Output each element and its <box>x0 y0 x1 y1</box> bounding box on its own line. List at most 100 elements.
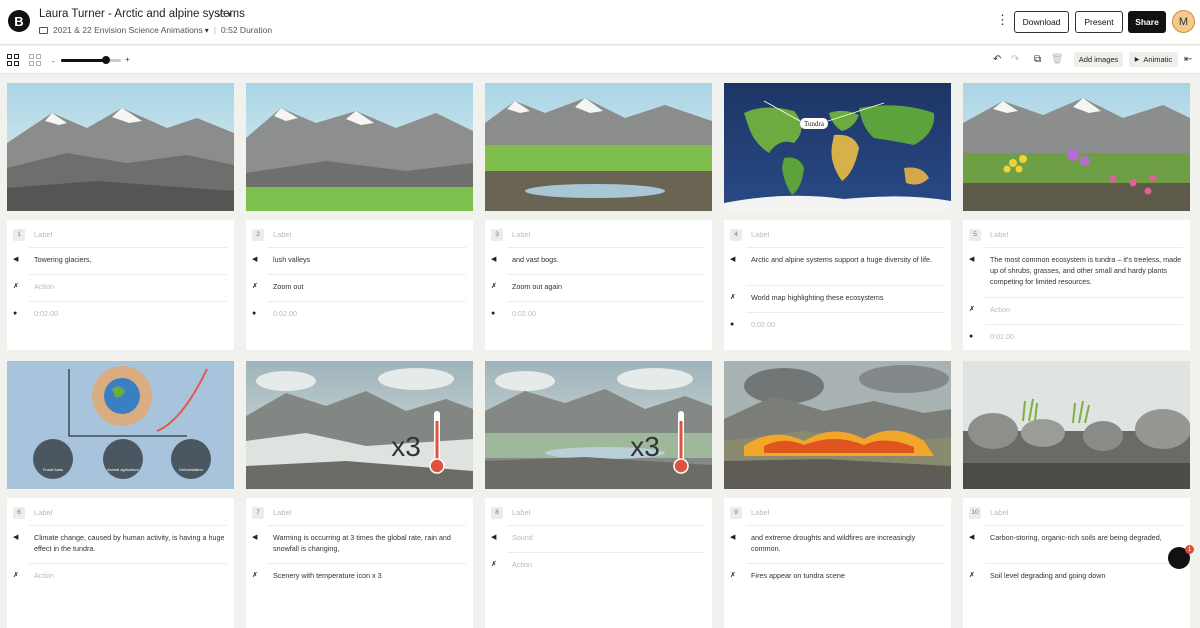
action-field[interactable]: ✗ Fires appear on tundra scene <box>730 570 946 581</box>
frame-card-4[interactable]: Tundra 4 Label ◀ Arctic and alpine systems… <box>724 83 951 350</box>
speaker-icon: ◀ <box>969 534 975 541</box>
sound-field[interactable]: ◀ The most common ecosystem is tundra – i… <box>969 254 1185 287</box>
duplicate-icon[interactable]: ⧉ <box>1034 54 1041 65</box>
frame-number: 8 <box>491 506 503 519</box>
frame-thumbnail[interactable] <box>7 83 234 211</box>
action-field[interactable]: ✗ Soil level degrading and going down <box>969 570 1185 581</box>
redo-icon[interactable]: ↷ <box>1011 54 1019 65</box>
collapse-panel-icon[interactable]: ⇤ <box>1184 54 1192 65</box>
sound-field[interactable]: ◀ and vast bogs. <box>491 254 707 265</box>
frame-thumbnail[interactable]: x3 <box>246 361 473 489</box>
frame-label[interactable]: Label <box>273 230 291 239</box>
trash-icon[interactable]: 🗑 <box>1051 54 1064 65</box>
frame-thumbnail[interactable] <box>246 83 473 211</box>
duration-field[interactable]: ● 0:02.00 <box>969 331 1185 342</box>
present-button[interactable]: Present <box>1075 11 1123 33</box>
duration-field[interactable]: ● 0:02.00 <box>252 308 468 319</box>
frame-thumbnail[interactable]: Fossil fuels Animal agriculture Deforest… <box>7 361 234 489</box>
frame-thumbnail[interactable]: x3 <box>485 361 712 489</box>
frame-card-2[interactable]: 2 Label ◀ lush valleys ✗ Zoom out ● 0:02.00 <box>246 83 473 350</box>
action-field[interactable]: ✗ Zoom out <box>252 281 468 292</box>
frame-card-7[interactable]: x3 7 Label ◀ Warming is occurring at 3 tim… <box>246 361 473 628</box>
frame-card-10[interactable]: 10 Label ◀ Carbon-storing, organic-rich so… <box>963 361 1190 628</box>
undo-icon[interactable]: ↶ <box>993 54 1001 65</box>
frame-card-5[interactable]: 5 Label ◀ The most common ecosystem is tun… <box>963 83 1190 350</box>
project-title-text: Laura Turner - Arctic and alpine systems <box>39 8 245 20</box>
sound-field[interactable]: ◀ Carbon-storing, organic-rich soils are … <box>969 532 1185 543</box>
sound-text: and extreme droughts and wildfires are i… <box>751 533 916 553</box>
duration-field[interactable]: ● 0:02.00 <box>491 308 707 319</box>
zoom-slider-thumb[interactable] <box>102 56 110 64</box>
speaker-icon: ◀ <box>13 534 19 541</box>
action-field[interactable]: ✗ Scenery with temperature icon x 3 <box>252 570 468 581</box>
action-text: Action <box>34 282 54 291</box>
action-field[interactable]: ✗ Action <box>13 281 229 292</box>
grid-view-icon[interactable] <box>7 54 19 66</box>
sound-field[interactable]: ◀ Towering glaciers, <box>13 254 229 265</box>
circle-label-3: Deforestation <box>179 467 203 472</box>
avatar[interactable]: M <box>1172 10 1195 33</box>
add-images-button[interactable]: Add images <box>1074 52 1123 67</box>
sound-field[interactable]: ◀ Sound <box>491 532 707 543</box>
frame-label[interactable]: Label <box>273 508 291 517</box>
frame-label[interactable]: Label <box>990 508 1008 517</box>
frame-number: 7 <box>252 506 264 519</box>
frame-card-3[interactable]: 3 Label ◀ and vast bogs. ✗ Zoom out again ●… <box>485 83 712 350</box>
share-button[interactable]: Share <box>1128 11 1166 33</box>
sound-field[interactable]: ◀ lush valleys <box>252 254 468 265</box>
folder-chevron-down-icon[interactable]: ▾ <box>205 26 209 35</box>
duration-field[interactable]: ● 0:02.00 <box>730 319 946 330</box>
sound-field[interactable]: ◀ Arctic and alpine systems support a hug… <box>730 254 946 265</box>
zoom-out-icon[interactable]: - <box>52 57 55 66</box>
frame-label[interactable]: Label <box>512 230 530 239</box>
duration-field[interactable]: ● 0:02.00 <box>13 308 229 319</box>
folder-link[interactable]: 2021 & 22 Envision Science Animations <box>53 25 203 35</box>
sound-field[interactable]: ◀ Climate change, caused by human activit… <box>13 532 229 554</box>
action-field[interactable]: ✗ World map highlighting these ecosystems <box>730 292 946 303</box>
sound-field[interactable]: ◀ Warming is occurring at 3 times the glo… <box>252 532 468 554</box>
speaker-icon: ◀ <box>730 534 736 541</box>
overlay-multiplier: x3 <box>630 431 660 462</box>
action-text: Fires appear on tundra scene <box>751 571 845 580</box>
sound-field[interactable]: ◀ and extreme droughts and wildfires are … <box>730 532 946 554</box>
frame-label[interactable]: Label <box>990 230 1008 239</box>
frame-label[interactable]: Label <box>512 508 530 517</box>
zoom-slider[interactable] <box>61 56 121 64</box>
list-view-icon[interactable] <box>29 54 41 66</box>
animatic-button[interactable]: ▶ Animatic <box>1129 52 1178 67</box>
frame-label[interactable]: Label <box>34 230 52 239</box>
duration-text: 0:02.00 <box>990 332 1014 341</box>
map-tundra-label: Tundra <box>804 120 825 128</box>
sound-text: and vast bogs. <box>512 255 559 264</box>
frame-label[interactable]: Label <box>751 508 769 517</box>
running-icon: ✗ <box>252 572 258 579</box>
zoom-in-icon[interactable]: + <box>125 55 130 64</box>
action-field[interactable]: ✗ Action <box>969 304 1185 315</box>
more-options-icon[interactable]: ⋮ <box>996 13 1009 26</box>
frame-thumbnail[interactable] <box>724 361 951 489</box>
frame-thumbnail[interactable] <box>963 361 1190 489</box>
project-title[interactable]: Laura Turner - Arctic and alpine systems <box>39 8 245 20</box>
frame-card-9[interactable]: 9 Label ◀ and extreme droughts and wildfir… <box>724 361 951 628</box>
frame-label[interactable]: Label <box>34 508 52 517</box>
zoom-slider-fill <box>61 59 106 62</box>
version-selector[interactable]: v3 ▾ <box>217 10 231 19</box>
sound-text: Arctic and alpine systems support a huge… <box>751 255 932 264</box>
frame-number: 10 <box>969 506 981 519</box>
frame-card-1[interactable]: 1 Label ◀ Towering glaciers, ✗ Action ● 0:02… <box>7 83 234 350</box>
frame-thumbnail[interactable] <box>485 83 712 211</box>
frame-card-8[interactable]: x3 8 Label ◀ Sound ✗ Action <box>485 361 712 628</box>
frame-label[interactable]: Label <box>751 230 769 239</box>
download-button[interactable]: Download <box>1014 11 1069 33</box>
frame-thumbnail[interactable]: Tundra <box>724 83 951 211</box>
frame-number: 9 <box>730 506 742 519</box>
action-field[interactable]: ✗ Zoom out again <box>491 281 707 292</box>
frame-info: 5 Label ◀ The most common ecosystem is tun… <box>963 220 1190 350</box>
frame-thumbnail[interactable] <box>963 83 1190 211</box>
app-logo[interactable]: B <box>8 10 30 32</box>
action-field[interactable]: ✗ Action <box>491 559 707 570</box>
speaker-icon: ◀ <box>730 256 736 263</box>
speaker-icon: ◀ <box>491 256 497 263</box>
frame-card-6[interactable]: Fossil fuels Animal agriculture Deforest… <box>7 361 234 628</box>
action-field[interactable]: ✗ Action <box>13 570 229 581</box>
